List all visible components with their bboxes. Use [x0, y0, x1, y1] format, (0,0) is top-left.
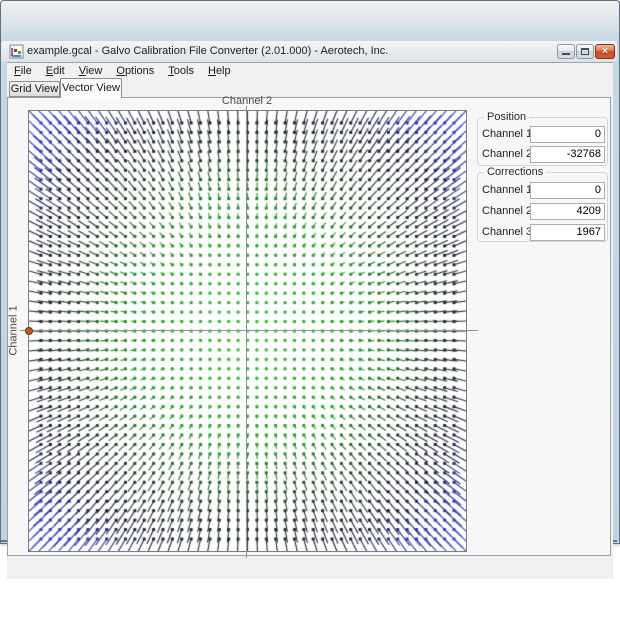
corrections-channel1-value[interactable]: 0: [530, 182, 605, 199]
corrections-channel3-value[interactable]: 1967: [530, 224, 605, 241]
position-group-title: Position: [484, 111, 529, 124]
vector-field-canvas[interactable]: [29, 111, 466, 551]
window-title: example.gcal - Galvo Calibration File Co…: [27, 45, 388, 57]
corrections-channel2-label: Channel 2: [482, 205, 532, 217]
position-channel2-row: Channel 2 -32768: [482, 146, 605, 163]
corrections-channel1-row: Channel 1 0: [482, 182, 605, 199]
menu-file[interactable]: File: [7, 63, 39, 80]
corrections-channel2-value[interactable]: 4209: [530, 203, 605, 220]
tab-vector-view[interactable]: Vector View: [60, 78, 122, 98]
position-channel2-label: Channel 2: [482, 148, 532, 160]
axis-center-horizontal-line: [20, 330, 478, 331]
position-channel1-label: Channel 1: [482, 128, 532, 140]
position-group: Position Channel 1 0 Channel 2 -32768: [477, 117, 608, 166]
corrections-channel3-label: Channel 3: [482, 226, 532, 238]
maximize-button[interactable]: [576, 44, 594, 59]
app-icon: [9, 44, 24, 59]
x-axis-label: Channel 2: [187, 95, 307, 108]
position-channel1-value[interactable]: 0: [530, 126, 605, 143]
maximize-icon: [581, 48, 589, 55]
position-channel1-row: Channel 1 0: [482, 126, 605, 143]
corrections-channel3-row: Channel 3 1967: [482, 224, 605, 241]
menu-help[interactable]: Help: [201, 63, 238, 80]
tab-grid-view[interactable]: Grid View: [9, 81, 60, 97]
corrections-channel2-row: Channel 2 4209: [482, 203, 605, 220]
minimize-icon: [562, 53, 570, 55]
corrections-group-title: Corrections: [484, 166, 546, 179]
position-marker: [25, 327, 33, 335]
corrections-group: Corrections Channel 1 0 Channel 2 4209 C…: [477, 172, 608, 242]
y-axis-label: Channel 1: [8, 281, 21, 381]
close-button[interactable]: ×: [595, 44, 615, 59]
corrections-channel1-label: Channel 1: [482, 184, 532, 196]
axis-center-vertical-line: [246, 106, 247, 558]
position-channel2-value[interactable]: -32768: [530, 146, 605, 163]
minimize-button[interactable]: [557, 44, 575, 59]
menu-tools[interactable]: Tools: [161, 63, 201, 80]
vector-field-plot[interactable]: [28, 110, 467, 552]
